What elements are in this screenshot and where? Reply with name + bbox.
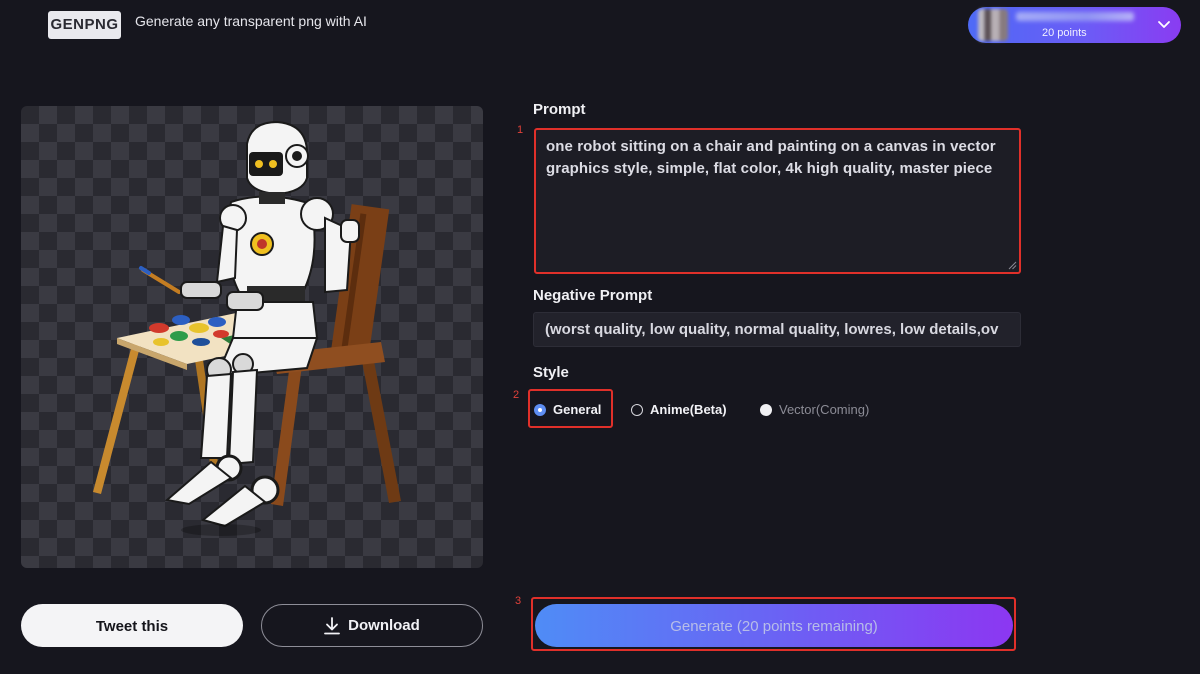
style-label: Style bbox=[533, 364, 569, 381]
radio-disabled-icon bbox=[760, 403, 772, 416]
download-label: Download bbox=[348, 617, 420, 634]
user-menu[interactable]: 20 points bbox=[968, 7, 1181, 43]
avatar bbox=[978, 9, 1008, 41]
prompt-text: one robot sitting on a chair and paintin… bbox=[546, 138, 996, 177]
points-balance: 20 points bbox=[1042, 27, 1087, 39]
tagline: Generate any transparent png with AI bbox=[135, 13, 367, 29]
style-option-label: Vector(Coming) bbox=[779, 402, 870, 417]
negative-prompt-label: Negative Prompt bbox=[533, 287, 653, 304]
style-option-label: General bbox=[553, 402, 602, 417]
radio-unselected-icon bbox=[631, 403, 643, 416]
annotation-marker-1: 1 bbox=[517, 124, 524, 136]
style-option-anime[interactable]: Anime(Beta) bbox=[631, 402, 727, 417]
tweet-button[interactable]: Tweet this bbox=[21, 604, 243, 647]
style-option-vector: Vector(Coming) bbox=[760, 402, 869, 417]
generate-button[interactable]: Generate (20 points remaining) bbox=[535, 604, 1013, 647]
style-option-label: Anime(Beta) bbox=[650, 402, 727, 417]
style-option-general[interactable]: General bbox=[534, 402, 601, 417]
radio-selected-icon bbox=[534, 403, 546, 416]
negative-prompt-text: (worst quality, low quality, normal qual… bbox=[545, 321, 999, 338]
chevron-down-icon bbox=[1158, 21, 1170, 28]
generated-image-preview bbox=[21, 106, 483, 568]
annotation-marker-2: 2 bbox=[513, 389, 520, 401]
prompt-label: Prompt bbox=[533, 101, 586, 118]
resize-handle-icon[interactable] bbox=[1008, 261, 1017, 270]
prompt-textarea[interactable]: one robot sitting on a chair and paintin… bbox=[534, 128, 1021, 274]
download-button[interactable]: Download bbox=[261, 604, 483, 647]
annotation-marker-3: 3 bbox=[515, 595, 522, 607]
username-blurred bbox=[1016, 12, 1134, 21]
download-icon bbox=[324, 616, 341, 634]
negative-prompt-input[interactable]: (worst quality, low quality, normal qual… bbox=[533, 312, 1021, 347]
logo[interactable]: GENPNG bbox=[48, 11, 121, 39]
robot-painter-image bbox=[93, 120, 401, 536]
